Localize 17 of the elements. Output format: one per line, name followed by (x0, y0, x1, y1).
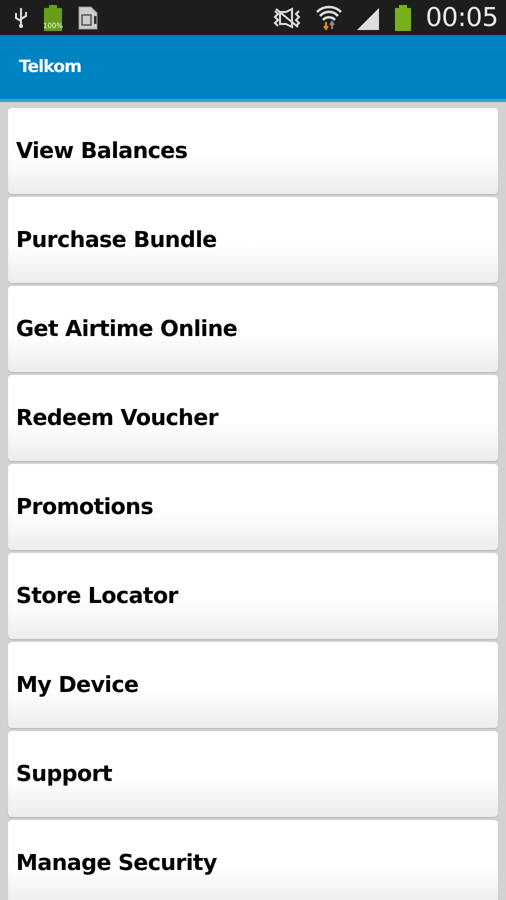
wifi-icon (316, 4, 342, 30)
signal-icon (356, 6, 380, 30)
menu-item[interactable]: My Device (8, 642, 498, 728)
clock: 00:05 (426, 2, 498, 32)
menu-item[interactable]: Manage Security (8, 820, 498, 900)
battery-icon (394, 4, 412, 30)
menu-item[interactable]: Promotions (8, 464, 498, 550)
menu-item[interactable]: Redeem Voucher (8, 375, 498, 461)
app-title: Telkom (19, 57, 82, 77)
menu-item[interactable]: Purchase Bundle (8, 197, 498, 283)
menu-item[interactable]: Get Airtime Online (8, 286, 498, 372)
sim-card-icon (78, 6, 100, 30)
menu-item[interactable]: Store Locator (8, 553, 498, 639)
mute-icon (272, 6, 302, 28)
usb-icon (14, 6, 28, 28)
menu-item[interactable]: View Balances (8, 108, 498, 194)
menu-item[interactable]: Support (8, 731, 498, 817)
